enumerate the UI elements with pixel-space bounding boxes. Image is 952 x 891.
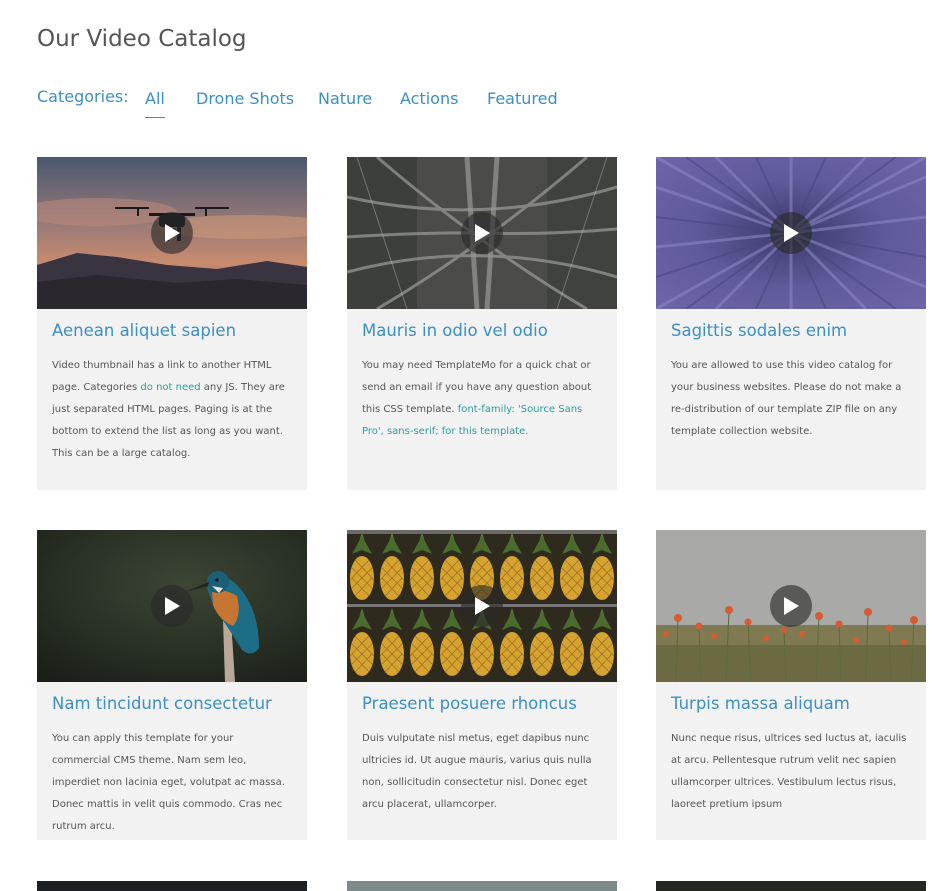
category-filter: Categories: All Drone Shots Nature Actio… <box>37 84 558 120</box>
video-card: Aenean aliquet sapien Video thumbnail ha… <box>37 157 307 490</box>
video-title[interactable]: Mauris in odio vel odio <box>362 321 548 340</box>
page-title: Our Video Catalog <box>37 26 247 52</box>
video-title[interactable]: Nam tincidunt consectetur <box>52 694 272 713</box>
play-button[interactable] <box>770 212 812 254</box>
video-description: Duis vulputate nisl metus, eget dapibus … <box>362 733 592 810</box>
video-title[interactable]: Aenean aliquet sapien <box>52 321 236 340</box>
video-description: You may need TemplateMo for a quick chat… <box>362 360 592 437</box>
play-icon <box>165 224 180 242</box>
video-thumbnail[interactable] <box>347 530 617 682</box>
video-thumbnail[interactable] <box>656 157 926 309</box>
video-card: Nam tincidunt consectetur You can apply … <box>37 530 307 840</box>
category-featured[interactable]: Featured <box>487 89 558 117</box>
category-actions[interactable]: Actions <box>400 89 458 117</box>
video-thumbnail[interactable] <box>656 530 926 682</box>
play-icon <box>165 597 180 615</box>
play-icon <box>475 597 490 615</box>
video-thumbnail[interactable] <box>37 157 307 309</box>
video-description: You can apply this template for your com… <box>52 733 285 832</box>
video-card: Turpis massa aliquam Nunc neque risus, u… <box>656 530 926 840</box>
play-button[interactable] <box>151 212 193 254</box>
play-button[interactable] <box>770 585 812 627</box>
video-card: Sagittis sodales enim You are allowed to… <box>656 157 926 490</box>
category-nature[interactable]: Nature <box>318 89 372 117</box>
play-button[interactable] <box>461 585 503 627</box>
video-thumbnail-partial[interactable] <box>347 881 617 891</box>
video-thumbnail-partial[interactable] <box>656 881 926 891</box>
play-icon <box>784 597 799 615</box>
video-description: Nunc neque risus, ultrices sed luctus at… <box>671 733 907 810</box>
video-thumbnail[interactable] <box>37 530 307 682</box>
video-card: Praesent posuere rhoncus Duis vulputate … <box>347 530 617 840</box>
video-thumbnail-partial[interactable] <box>37 881 307 891</box>
do-not-need-link[interactable]: do not need <box>140 382 200 393</box>
video-description: You are allowed to use this video catalo… <box>671 360 902 437</box>
video-title[interactable]: Praesent posuere rhoncus <box>362 694 577 713</box>
play-button[interactable] <box>151 585 193 627</box>
video-card: Mauris in odio vel odio You may need Tem… <box>347 157 617 490</box>
play-button[interactable] <box>461 212 503 254</box>
video-title[interactable]: Turpis massa aliquam <box>671 694 850 713</box>
video-thumbnail[interactable] <box>347 157 617 309</box>
video-title[interactable]: Sagittis sodales enim <box>671 321 847 340</box>
video-description: Video thumbnail has a link to another HT… <box>52 360 285 459</box>
categories-label: Categories: <box>37 87 129 106</box>
play-icon <box>784 224 799 242</box>
category-drone-shots[interactable]: Drone Shots <box>196 89 294 117</box>
play-icon <box>475 224 490 242</box>
category-all[interactable]: All <box>145 89 165 118</box>
